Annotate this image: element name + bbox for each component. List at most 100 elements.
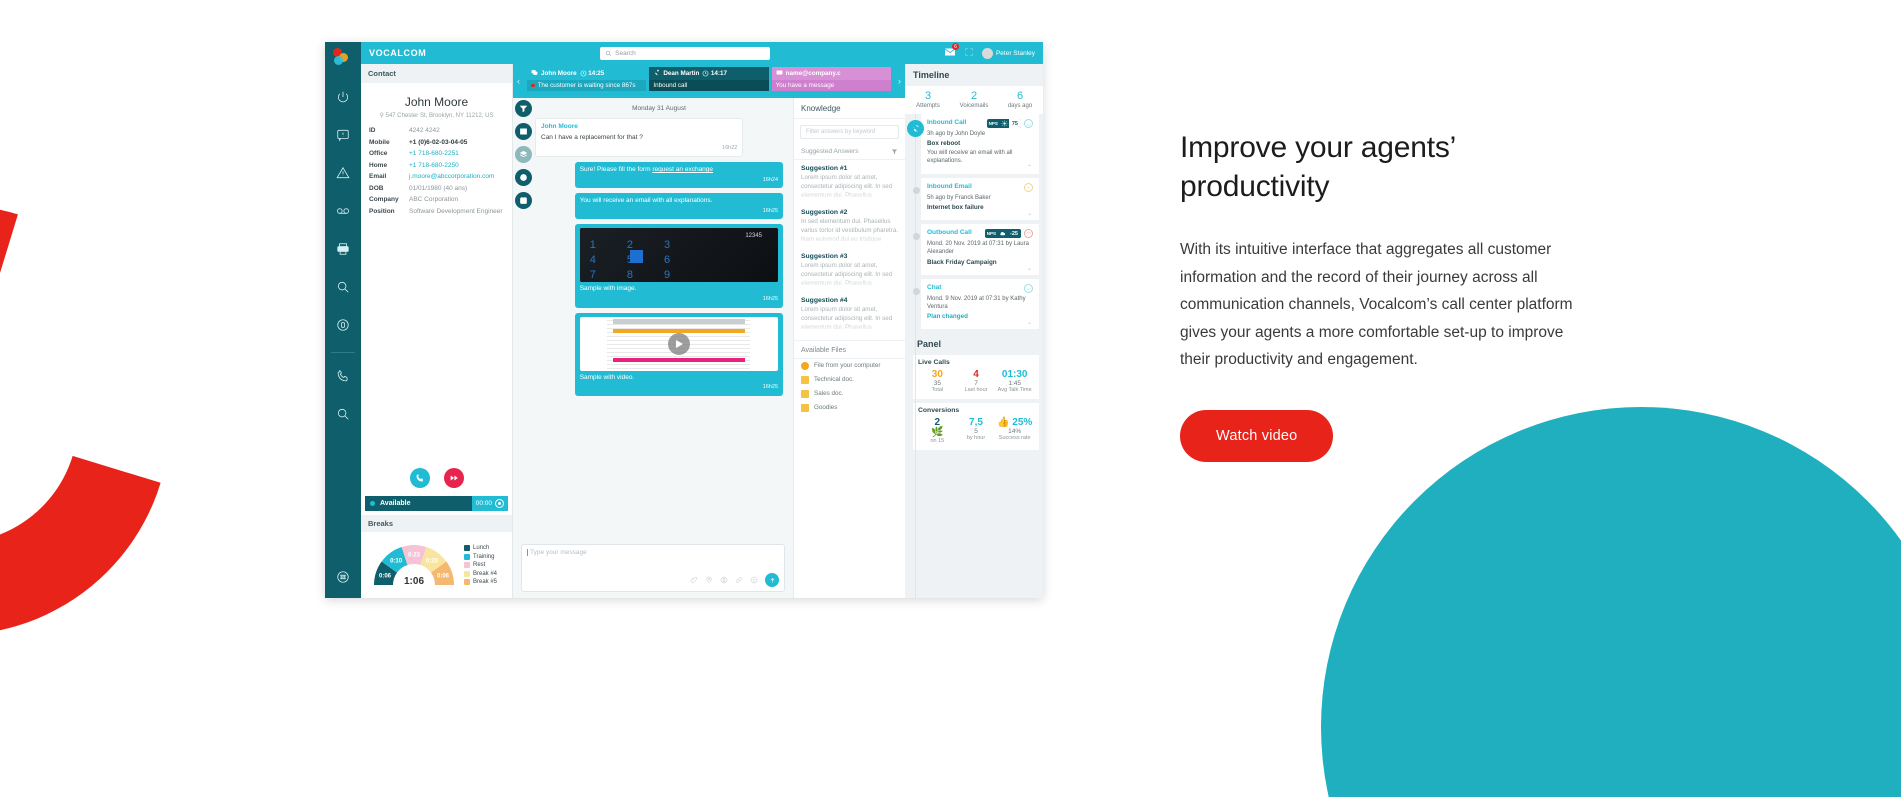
tab-timer: 14:25: [580, 70, 604, 77]
timeline-stat-label: days ago: [1007, 103, 1033, 109]
agent-status-bar[interactable]: Available 00:00: [365, 496, 508, 511]
layers-icon[interactable]: [515, 146, 532, 163]
chevron-down-icon[interactable]: ⌄: [1027, 319, 1032, 326]
contact-icon[interactable]: [720, 576, 728, 584]
contact-field-value[interactable]: j.moore@abccorporation.com: [409, 173, 494, 180]
record-icon[interactable]: [330, 312, 356, 338]
search-alt-icon[interactable]: [330, 401, 356, 427]
contact-field-value[interactable]: +1 718-680-2251: [409, 150, 459, 157]
legend-item: Training: [464, 553, 497, 560]
contact-panel-title: Contact: [361, 64, 512, 83]
timeline-item[interactable]: Inbound Email – 5h ago by Franck Baker Inte…: [913, 178, 1039, 221]
contact-field-label: Office: [369, 150, 388, 157]
panel-stat-mid: 14%: [1008, 427, 1022, 435]
timeline-item[interactable]: Inbound Call NPS 75 ◡ 3h ago by John Doyle Bo…: [907, 114, 1039, 175]
sun-icon: [1000, 120, 1009, 127]
calendar-icon[interactable]: [515, 192, 532, 209]
message-composer[interactable]: Type your message: [521, 544, 785, 592]
folder-icon: [801, 375, 809, 384]
timeline-item[interactable]: Outbound Call NPS -25 ◠ Mond. 20 Nov. 2019 a…: [913, 224, 1039, 275]
suggestion-item[interactable]: Suggestion #2 In sed elementum dui. Phase…: [794, 204, 905, 248]
timeline-stat: 6 days ago: [997, 90, 1043, 109]
panel-stat-label: Avg Talk Time: [997, 386, 1032, 393]
message-time: 16h25: [762, 296, 778, 303]
file-item[interactable]: Sales doc.: [794, 387, 905, 401]
legend-label: Break #4: [473, 570, 498, 577]
search-icon[interactable]: [330, 274, 356, 300]
globe-icon[interactable]: [515, 169, 532, 186]
timeline-item[interactable]: Chat ◡ Mond. 9 Nov. 2019 at 07:31 by Kathy…: [913, 278, 1039, 329]
legend-swatch: [464, 562, 470, 568]
thread-tool-column: [515, 100, 532, 209]
conversions-card: Conversions 2 🌿 on 15 7,5 5 by hour 👍 25% 14% Su…: [913, 402, 1039, 450]
file-name: Sales doc.: [814, 390, 844, 398]
agent-status-timer-wrap: 00:00: [471, 496, 508, 511]
filter-icon[interactable]: [891, 148, 898, 155]
live-calls-card: Live Calls 30 35 Total 4 7 Last hour 01:30 1:45…: [913, 354, 1039, 399]
app-body: Contact John Moore ⚲ 547 Chester St, Bro…: [361, 64, 1043, 598]
timeline-column: Timeline 3 Attempts 2 Voicemails 6 days ago I…: [905, 64, 1043, 598]
mood-neutral-icon: –: [1024, 183, 1033, 193]
fast-forward-button[interactable]: [443, 468, 464, 488]
conversation-tab[interactable]: John Moore 14:25 The customer is waiting s…: [527, 67, 647, 95]
attachment-icon[interactable]: [690, 576, 698, 584]
chevron-down-icon[interactable]: ⌄: [1027, 265, 1032, 272]
expand-icon[interactable]: [964, 47, 974, 59]
message-link[interactable]: request an exchange: [652, 166, 713, 173]
template-icon[interactable]: [515, 123, 532, 140]
power-icon[interactable]: [330, 84, 356, 110]
tabs-prev-arrow[interactable]: ‹: [513, 67, 524, 95]
comment-alert-icon[interactable]: [330, 122, 356, 148]
contact-field-row: Email j.moore@abccorporation.com: [369, 173, 504, 180]
warning-icon[interactable]: [330, 160, 356, 186]
suggestion-item[interactable]: Suggestion #3 Lorem ipsum dolor sit amet,…: [794, 248, 905, 292]
user-menu[interactable]: Peter Stanley: [981, 47, 1035, 59]
suggestion-item[interactable]: Suggestion #1 Lorem ipsum dolor sit amet,…: [794, 160, 905, 204]
filter-icon[interactable]: [515, 100, 532, 117]
chevron-down-icon[interactable]: ⌄: [1027, 210, 1032, 217]
contact-field-value[interactable]: +1 718-680-2250: [409, 162, 459, 169]
knowledge-filter-input[interactable]: Filter answers by keyword: [800, 125, 899, 139]
contact-column: Contact John Moore ⚲ 547 Chester St, Bro…: [361, 64, 513, 598]
upload-icon: [801, 361, 809, 370]
play-icon[interactable]: [667, 332, 690, 355]
voicemail-icon[interactable]: [330, 198, 356, 224]
conversation-tab[interactable]: name@company.c You have a message: [771, 67, 891, 95]
search-input[interactable]: Search: [600, 46, 771, 60]
suggestion-title: Suggestion #2: [801, 208, 848, 216]
location-icon[interactable]: [705, 576, 713, 584]
printer-icon[interactable]: [330, 236, 356, 262]
mood-sad-icon: ◠: [1024, 229, 1033, 239]
timeline-scroll[interactable]: Inbound Call NPS 75 ◡ 3h ago by John Doyle Bo…: [905, 114, 1043, 598]
chevron-up-icon[interactable]: ⌃: [1027, 164, 1032, 171]
nps-value: 75: [1008, 119, 1021, 128]
message-time: 16h25: [762, 384, 778, 391]
tabs-next-arrow[interactable]: ›: [894, 67, 905, 95]
phone-icon[interactable]: [330, 363, 356, 389]
watch-video-button[interactable]: Watch video: [1180, 409, 1334, 462]
mail-icon[interactable]: 6: [944, 43, 959, 60]
emoji-icon[interactable]: [750, 576, 758, 584]
breaks-gauge-chart: 0:06 0:10 0:23 0:20 0:06 1:06: [370, 541, 458, 589]
wreath-icon: 🌿: [931, 426, 944, 438]
link-icon[interactable]: [735, 576, 743, 584]
app-main: VOCALCOM Search 6 Peter Stanley Contact …: [361, 42, 1043, 598]
tab-header: name@company.c: [771, 67, 891, 80]
legend-swatch: [464, 570, 470, 577]
timeline-item-meta: 3h ago by John Doyle: [927, 131, 986, 137]
file-item[interactable]: File from your computer: [794, 359, 905, 373]
timeline-item-meta: Mond. 9 Nov. 2019 at 07:31 by Kathy Vent…: [927, 295, 1026, 310]
message-image[interactable]: 123451 2 34 5 67 8 9* 0 #: [579, 228, 778, 283]
contact-field-label: Position: [369, 207, 395, 215]
nps-label: NPS: [988, 121, 998, 126]
file-item[interactable]: Technical doc.: [794, 373, 905, 387]
suggestion-item[interactable]: Suggestion #4 Lorem ipsum dolor sit amet,…: [794, 292, 905, 336]
call-button[interactable]: [409, 468, 430, 488]
message-video[interactable]: [579, 316, 778, 371]
file-item[interactable]: Goodies: [794, 401, 905, 415]
grid-icon[interactable]: [330, 564, 356, 590]
send-icon[interactable]: [765, 573, 779, 587]
breaks-card: 0:06 0:10 0:23 0:20 0:06 1:06 Lunch Training R…: [365, 536, 508, 594]
record-dot-icon[interactable]: [495, 499, 504, 508]
conversation-tab[interactable]: Dean Martin 14:17 Inbound call: [649, 67, 769, 95]
